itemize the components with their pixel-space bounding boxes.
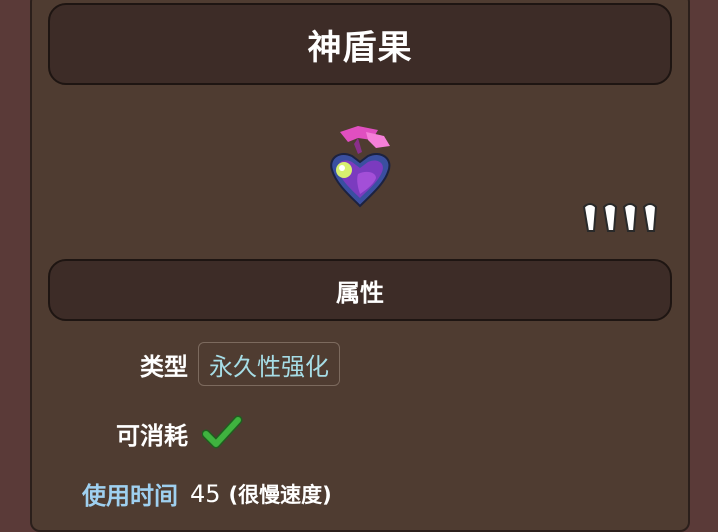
item-name: 神盾果 [307,27,413,68]
attributes-section-header: 属性 [48,259,672,321]
consumable-label: 可消耗 [116,421,188,450]
item-title-bar: 神盾果 [48,3,672,85]
rarity-pips-icon [578,197,668,237]
type-value-chip: 永久性强化 [198,342,340,386]
checkmark-icon [201,414,244,452]
use-time-row: 使用时间 45 (很慢速度) [82,476,332,511]
use-time-label: 使用时间 [82,482,178,510]
type-label: 类型 [140,352,188,381]
use-time-value: 45 (很慢速度) [190,479,332,509]
use-time-number: 45 [190,479,221,508]
life-fruit-heart-icon [318,118,402,218]
use-time-desc: (很慢速度) [228,482,332,507]
section-title: 属性 [336,278,384,307]
type-row: 类型 永久性强化 [140,342,340,386]
consumable-row: 可消耗 [116,414,244,452]
